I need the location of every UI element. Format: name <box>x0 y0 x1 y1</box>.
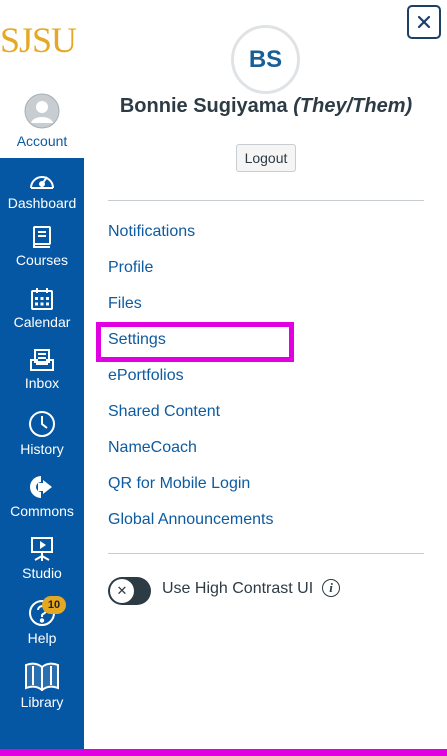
nav-item-inbox[interactable]: Inbox <box>0 348 84 408</box>
high-contrast-toggle[interactable]: ✕ <box>108 577 151 605</box>
user-name: Bonnie Sugiyama (They/Them) <box>108 94 424 118</box>
nav-label-inbox: Inbox <box>24 375 60 391</box>
link-global-announcements[interactable]: Global Announcements <box>108 510 273 530</box>
toggle-off-x-icon: ✕ <box>110 579 134 603</box>
commons-icon <box>30 476 52 498</box>
account-avatar-icon <box>24 93 60 129</box>
link-notifications[interactable]: Notifications <box>108 222 195 242</box>
logout-button[interactable]: Logout <box>236 144 296 172</box>
nav-label-commons: Commons <box>10 503 74 519</box>
link-shared-content[interactable]: Shared Content <box>108 402 220 422</box>
nav-menu: Dashboard Courses Calendar Inbox History… <box>0 158 84 756</box>
link-files[interactable]: Files <box>108 294 142 314</box>
sjsu-logo[interactable]: SJSU <box>0 20 84 60</box>
link-eportfolios[interactable]: ePortfolios <box>108 366 184 386</box>
link-namecoach[interactable]: NameCoach <box>108 438 197 458</box>
library-icon <box>25 662 59 691</box>
nav-label-courses: Courses <box>15 252 69 268</box>
studio-icon <box>31 537 53 561</box>
link-profile[interactable]: Profile <box>108 258 153 278</box>
settings-highlight-box <box>96 322 294 362</box>
user-display-name: Bonnie Sugiyama <box>119 95 288 117</box>
help-badge: 10 <box>42 596 66 614</box>
dashboard-icon <box>30 176 54 189</box>
nav-label-history: History <box>20 441 64 457</box>
account-label: Account <box>16 133 68 149</box>
nav-label-studio: Studio <box>22 565 62 581</box>
nav-item-courses[interactable]: Courses <box>0 225 84 285</box>
high-contrast-label: Use High Contrast UI <box>162 580 314 597</box>
nav-item-library[interactable]: Library <box>0 661 84 721</box>
nav-item-dashboard[interactable]: Dashboard <box>0 168 84 228</box>
divider-bottom <box>108 553 424 554</box>
user-pronouns: (They/Them) <box>293 95 413 117</box>
nav-item-calendar[interactable]: Calendar <box>0 287 84 347</box>
nav-label-library: Library <box>20 694 64 710</box>
user-avatar: BS <box>231 25 300 94</box>
nav-label-calendar: Calendar <box>13 314 71 330</box>
link-qr-mobile-login[interactable]: QR for Mobile Login <box>108 474 250 494</box>
nav-item-history[interactable]: History <box>0 410 84 470</box>
close-tray-button[interactable] <box>407 5 441 39</box>
bottom-highlight-stripe <box>0 749 447 756</box>
nav-label-help: Help <box>27 630 57 646</box>
divider-top <box>108 200 424 201</box>
inbox-icon <box>30 349 54 371</box>
history-icon <box>29 411 55 437</box>
info-icon[interactable]: i <box>322 579 340 597</box>
nav-item-studio[interactable]: Studio <box>0 536 84 596</box>
calendar-icon <box>31 288 53 310</box>
close-icon <box>417 15 431 29</box>
nav-item-commons[interactable]: Commons <box>0 474 84 534</box>
courses-icon <box>33 226 51 248</box>
nav-label-dashboard: Dashboard <box>7 195 77 211</box>
nav-item-account[interactable]: Account <box>0 88 84 158</box>
nav-item-help[interactable]: 10 Help <box>0 596 84 659</box>
global-nav: SJSU Account Dashboard Courses Calendar … <box>0 0 84 756</box>
